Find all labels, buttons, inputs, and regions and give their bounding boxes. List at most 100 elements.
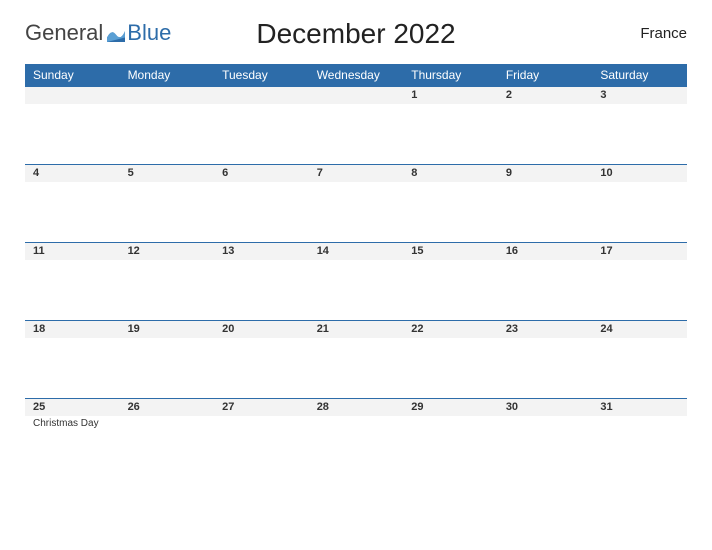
day-cell: 26 xyxy=(120,398,215,476)
day-number: 13 xyxy=(214,242,309,260)
day-cell: 1 xyxy=(403,86,498,164)
day-cell: 11 xyxy=(25,242,120,320)
day-event xyxy=(309,104,404,106)
day-event xyxy=(592,104,687,106)
week-row: 1 2 3 xyxy=(25,86,687,164)
day-event xyxy=(214,338,309,340)
day-cell: 6 xyxy=(214,164,309,242)
day-event xyxy=(25,182,120,184)
day-cell xyxy=(214,86,309,164)
day-number: 26 xyxy=(120,398,215,416)
day-cell: 17 xyxy=(592,242,687,320)
day-cell: 15 xyxy=(403,242,498,320)
day-number: 17 xyxy=(592,242,687,260)
day-event xyxy=(214,260,309,262)
day-event xyxy=(403,338,498,340)
day-cell: 16 xyxy=(498,242,593,320)
day-number: 1 xyxy=(403,86,498,104)
day-cell xyxy=(309,86,404,164)
day-number: 5 xyxy=(120,164,215,182)
day-number xyxy=(25,86,120,104)
day-cell: 29 xyxy=(403,398,498,476)
wave-icon xyxy=(107,24,125,42)
day-event xyxy=(592,260,687,262)
day-number xyxy=(120,86,215,104)
day-number: 25 xyxy=(25,398,120,416)
day-cell: 13 xyxy=(214,242,309,320)
day-number: 21 xyxy=(309,320,404,338)
day-event xyxy=(309,416,404,418)
day-number: 20 xyxy=(214,320,309,338)
dow-friday: Friday xyxy=(498,64,593,86)
day-of-week-header: Sunday Monday Tuesday Wednesday Thursday… xyxy=(25,64,687,86)
day-number: 16 xyxy=(498,242,593,260)
day-number: 24 xyxy=(592,320,687,338)
day-number: 19 xyxy=(120,320,215,338)
day-cell: 18 xyxy=(25,320,120,398)
day-cell: 5 xyxy=(120,164,215,242)
day-number: 7 xyxy=(309,164,404,182)
day-event xyxy=(592,182,687,184)
day-event xyxy=(403,104,498,106)
day-number: 4 xyxy=(25,164,120,182)
day-event xyxy=(214,104,309,106)
day-cell: 27 xyxy=(214,398,309,476)
region-label: France xyxy=(640,25,687,42)
day-cell: 19 xyxy=(120,320,215,398)
dow-sunday: Sunday xyxy=(25,64,120,86)
day-cell: 22 xyxy=(403,320,498,398)
day-number: 15 xyxy=(403,242,498,260)
day-event: Christmas Day xyxy=(25,416,120,429)
day-event xyxy=(403,182,498,184)
day-event xyxy=(309,260,404,262)
day-event xyxy=(120,260,215,262)
week-row: 18 19 20 21 22 23 24 xyxy=(25,320,687,398)
day-cell: 12 xyxy=(120,242,215,320)
day-event xyxy=(120,182,215,184)
day-event xyxy=(498,260,593,262)
brand-name-part1: General xyxy=(25,20,103,46)
day-number: 31 xyxy=(592,398,687,416)
day-cell: 28 xyxy=(309,398,404,476)
day-cell: 20 xyxy=(214,320,309,398)
dow-thursday: Thursday xyxy=(403,64,498,86)
day-cell xyxy=(25,86,120,164)
day-number: 8 xyxy=(403,164,498,182)
day-number: 18 xyxy=(25,320,120,338)
day-event xyxy=(120,338,215,340)
day-cell: 25Christmas Day xyxy=(25,398,120,476)
day-cell: 8 xyxy=(403,164,498,242)
day-event xyxy=(25,338,120,340)
day-cell: 21 xyxy=(309,320,404,398)
day-number: 6 xyxy=(214,164,309,182)
brand-name-part2: Blue xyxy=(127,20,171,46)
day-cell: 10 xyxy=(592,164,687,242)
day-event xyxy=(214,182,309,184)
day-event xyxy=(25,104,120,106)
day-cell: 2 xyxy=(498,86,593,164)
day-event xyxy=(120,104,215,106)
week-row: 25Christmas Day 26 27 28 29 30 31 xyxy=(25,398,687,476)
week-row: 11 12 13 14 15 16 17 xyxy=(25,242,687,320)
calendar-grid: Sunday Monday Tuesday Wednesday Thursday… xyxy=(25,64,687,476)
day-event xyxy=(592,338,687,340)
day-number: 10 xyxy=(592,164,687,182)
day-event xyxy=(498,182,593,184)
day-cell: 31 xyxy=(592,398,687,476)
day-event xyxy=(498,338,593,340)
dow-wednesday: Wednesday xyxy=(309,64,404,86)
day-number: 27 xyxy=(214,398,309,416)
dow-tuesday: Tuesday xyxy=(214,64,309,86)
day-cell xyxy=(120,86,215,164)
day-cell: 4 xyxy=(25,164,120,242)
day-cell: 14 xyxy=(309,242,404,320)
day-cell: 7 xyxy=(309,164,404,242)
day-event xyxy=(498,104,593,106)
day-number: 30 xyxy=(498,398,593,416)
day-event xyxy=(309,338,404,340)
day-number: 22 xyxy=(403,320,498,338)
day-event xyxy=(403,416,498,418)
day-number: 12 xyxy=(120,242,215,260)
day-event xyxy=(25,260,120,262)
week-row: 4 5 6 7 8 9 10 xyxy=(25,164,687,242)
